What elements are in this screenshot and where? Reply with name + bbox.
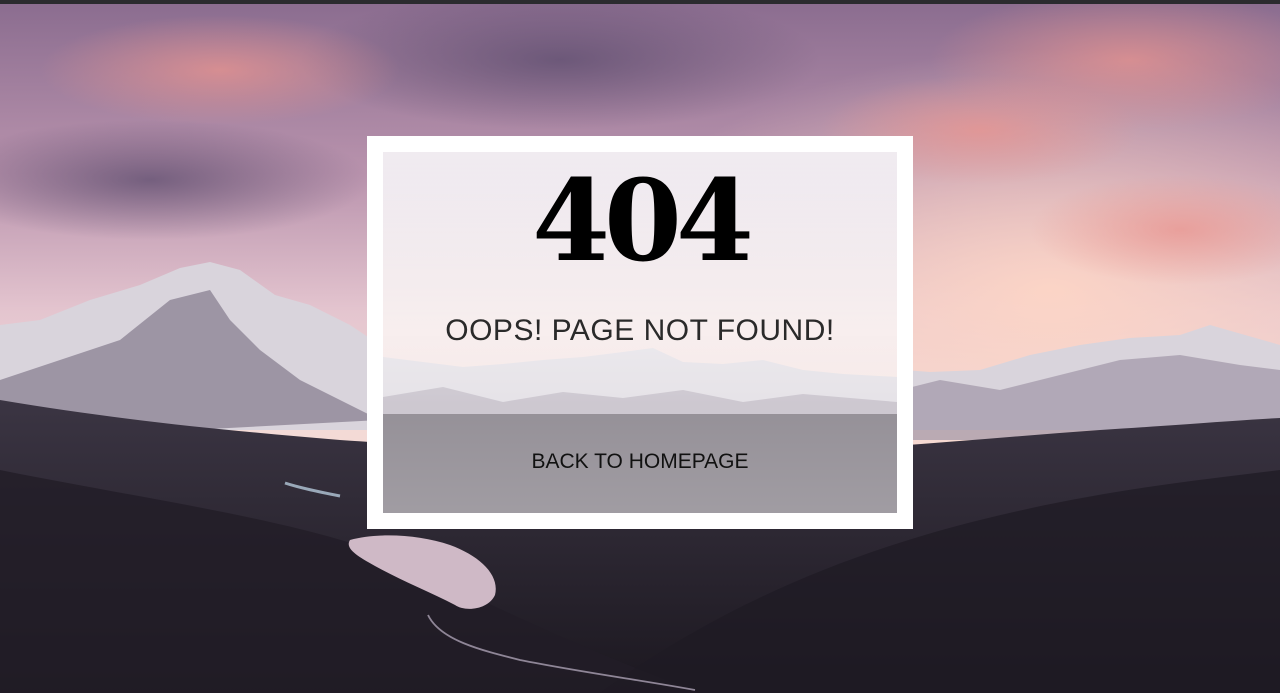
error-card-content: 404 OOPS! PAGE NOT FOUND! BACK TO HOMEPA…	[383, 152, 897, 513]
error-message: OOPS! PAGE NOT FOUND!	[445, 314, 835, 347]
back-to-homepage-link[interactable]: BACK TO HOMEPAGE	[520, 450, 760, 474]
error-page: 404 OOPS! PAGE NOT FOUND! BACK TO HOMEPA…	[0, 0, 1280, 693]
error-code: 404	[532, 156, 754, 287]
error-card: 404 OOPS! PAGE NOT FOUND! BACK TO HOMEPA…	[367, 136, 913, 529]
top-strip	[0, 0, 1280, 4]
